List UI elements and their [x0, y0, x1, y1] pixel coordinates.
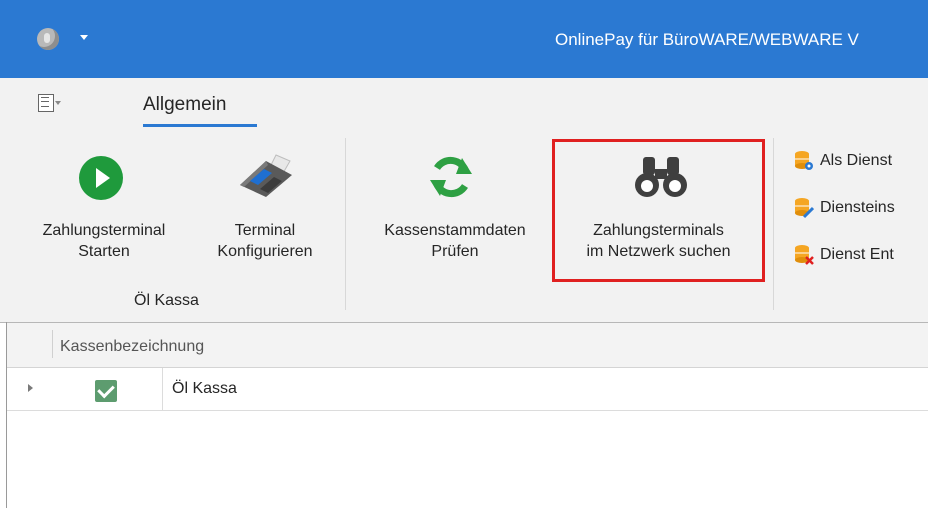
tab-allgemein[interactable]: Allgemein — [143, 94, 226, 116]
remove-service-button[interactable]: Dienst Ent — [794, 243, 894, 267]
play-icon[interactable] — [79, 156, 123, 200]
install-service-button[interactable]: Als Dienst — [794, 149, 892, 173]
title-bar: OnlinePay für BüroWARE/WEBWARE V — [0, 0, 928, 78]
remove-service-label: Dienst Ent — [820, 246, 894, 263]
service-settings-label: Diensteins — [820, 199, 895, 216]
window-title: OnlinePay für BüroWARE/WEBWARE V — [555, 30, 859, 49]
check-master-data-button[interactable]: Kassenstammdaten Prüfen — [360, 220, 550, 262]
column-header-kassenbezeichnung[interactable]: Kassenbezeichnung — [60, 338, 204, 356]
database-edit-icon — [794, 197, 814, 219]
active-tab-indicator — [143, 124, 257, 127]
ribbon — [0, 78, 928, 322]
configure-terminal-label-2: Konfigurieren — [217, 243, 313, 260]
ribbon-group-separator-2 — [773, 138, 774, 310]
app-logo-icon[interactable] — [37, 28, 59, 50]
app-menu-dropdown-icon[interactable] — [55, 101, 61, 105]
configure-terminal-label-1: Terminal — [234, 222, 296, 239]
app-window: OnlinePay für BüroWARE/WEBWARE V Allgeme… — [0, 0, 928, 508]
row-indicator-icon — [28, 384, 33, 392]
table-row[interactable] — [7, 368, 928, 411]
refresh-icon[interactable] — [428, 154, 474, 200]
start-terminal-label-1: Zahlungsterminal — [42, 222, 166, 239]
checkbox-checked-icon[interactable] — [95, 380, 117, 402]
install-service-label: Als Dienst — [820, 152, 893, 169]
configure-terminal-button[interactable]: Terminal Konfigurieren — [190, 220, 340, 262]
start-terminal-label-2: Starten — [78, 243, 130, 260]
cell-separator — [162, 368, 163, 410]
header-separator — [52, 330, 53, 358]
service-settings-button[interactable]: Diensteins — [794, 196, 895, 220]
check-master-data-label-1: Kassenstammdaten — [384, 222, 526, 239]
ribbon-group-label: Öl Kassa — [134, 292, 199, 309]
cell-kassa-name[interactable]: Öl Kassa — [172, 380, 237, 398]
app-menu-icon[interactable] — [38, 94, 54, 112]
database-remove-icon — [794, 244, 814, 266]
quick-access-dropdown-icon[interactable] — [80, 35, 88, 40]
card-terminal-icon[interactable] — [236, 153, 296, 198]
ribbon-group-separator — [345, 138, 346, 310]
database-gear-icon — [794, 150, 813, 172]
start-terminal-button[interactable]: Zahlungsterminal Starten — [14, 220, 194, 262]
check-master-data-label-2: Prüfen — [431, 243, 479, 260]
highlight-box — [552, 139, 765, 282]
